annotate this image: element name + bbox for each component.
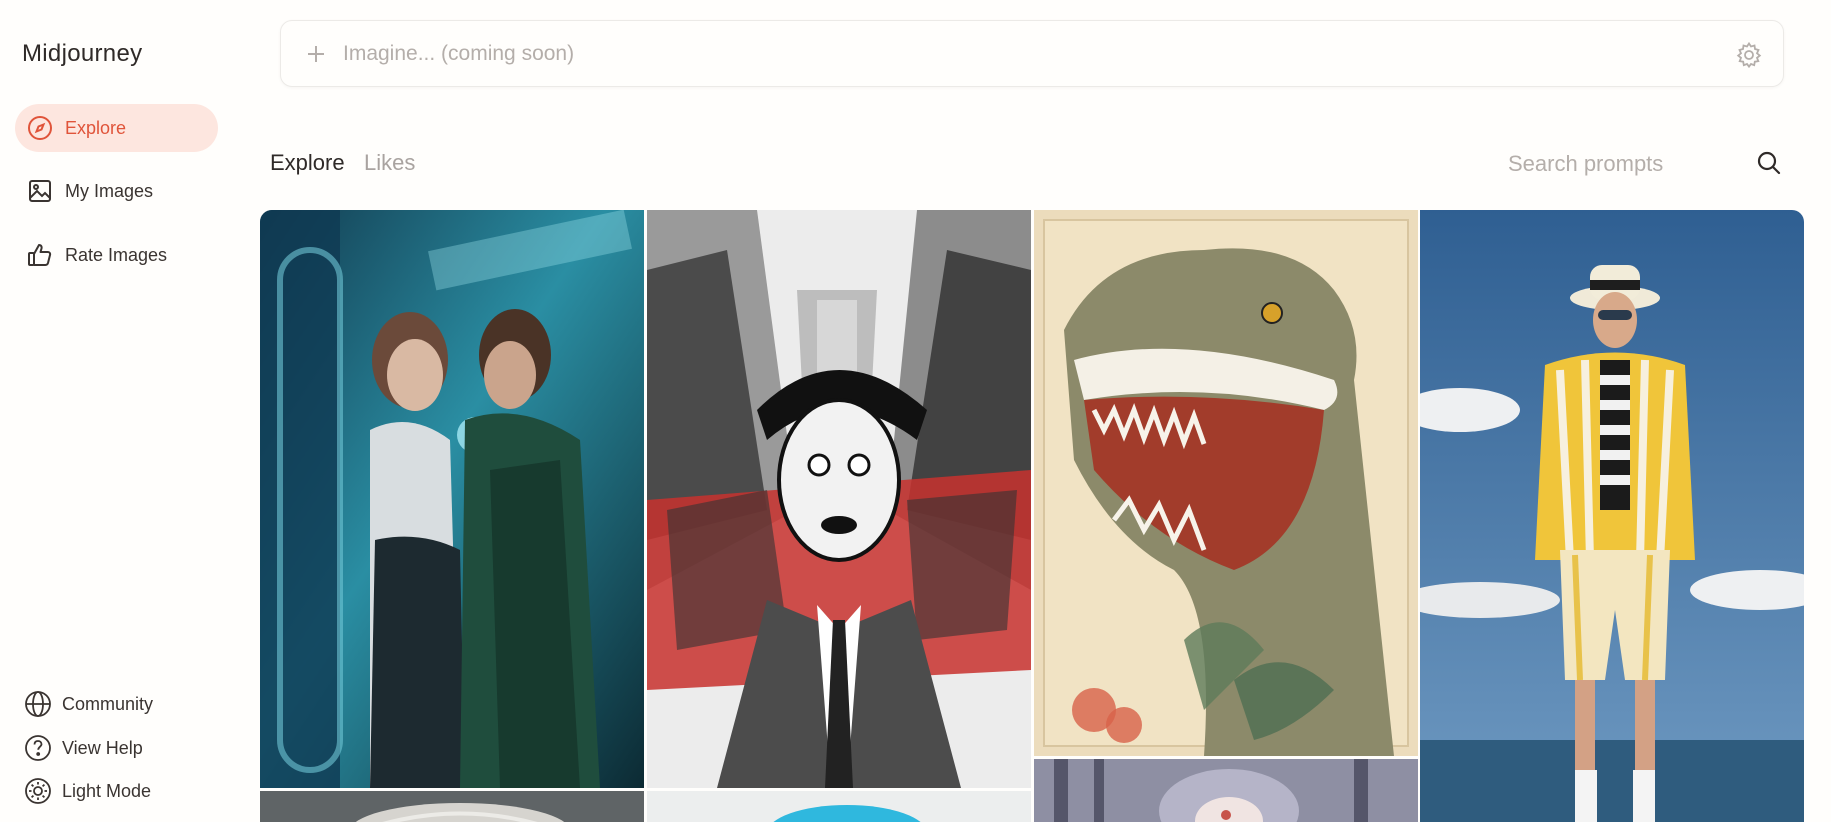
sidebar-item-label: Community [62, 693, 154, 714]
tab-likes[interactable]: Likes [364, 150, 415, 176]
sidebar-item-label: Rate Images [65, 244, 168, 265]
prompt-bar [280, 20, 1784, 87]
thumbs-up-icon [28, 244, 52, 266]
sidebar-item-my-images[interactable]: My Images [15, 167, 218, 215]
sidebar: Midjourney Explore My Images Rate Images [0, 0, 230, 822]
sidebar-item-label: Explore [65, 117, 127, 138]
sidebar-item-label: Light Mode [62, 780, 152, 801]
prompt-input[interactable] [343, 37, 1643, 71]
sidebar-item-label: View Help [62, 737, 143, 758]
plus-icon[interactable] [303, 41, 329, 67]
gallery-image-comic-man[interactable] [647, 210, 1031, 788]
gallery-image-yellow-suit[interactable] [1420, 210, 1804, 822]
image-gallery [260, 210, 1804, 822]
sidebar-item-explore[interactable]: Explore [15, 104, 218, 152]
forest-illustration [1034, 759, 1418, 822]
sidebar-item-view-help[interactable]: View Help [24, 734, 143, 762]
gallery-image-t-rex[interactable] [1034, 210, 1418, 756]
compass-icon [28, 116, 52, 140]
sidebar-item-rate-images[interactable]: Rate Images [15, 231, 218, 279]
gallery-image-forest-figure[interactable] [1034, 759, 1418, 822]
gallery-image-blue-hair[interactable] [647, 791, 1031, 822]
t-rex-illustration [1034, 210, 1418, 756]
app-root: Midjourney Explore My Images Rate Images [0, 0, 1831, 822]
tab-explore[interactable]: Explore [270, 150, 345, 176]
gear-icon[interactable] [1735, 41, 1763, 69]
globe-icon [25, 691, 51, 717]
gallery-image-grey-hair[interactable] [260, 791, 644, 822]
search-input[interactable] [1508, 148, 1748, 180]
blue-hair-painting [647, 791, 1031, 822]
brand-logo[interactable]: Midjourney [22, 40, 142, 68]
comic-illustration [647, 210, 1031, 788]
image-icon [29, 180, 51, 202]
yellow-suit-painting [1420, 210, 1804, 822]
search-icon[interactable] [1756, 150, 1782, 176]
sidebar-item-light-mode[interactable]: Light Mode [24, 777, 151, 805]
help-circle-icon [25, 735, 51, 761]
sidebar-item-community[interactable]: Community [24, 690, 153, 718]
subway-painting [260, 210, 644, 788]
grey-hair-painting [260, 791, 644, 822]
sidebar-item-label: My Images [65, 180, 154, 201]
gallery-image-subway-women[interactable] [260, 210, 644, 788]
sun-icon [25, 778, 51, 804]
